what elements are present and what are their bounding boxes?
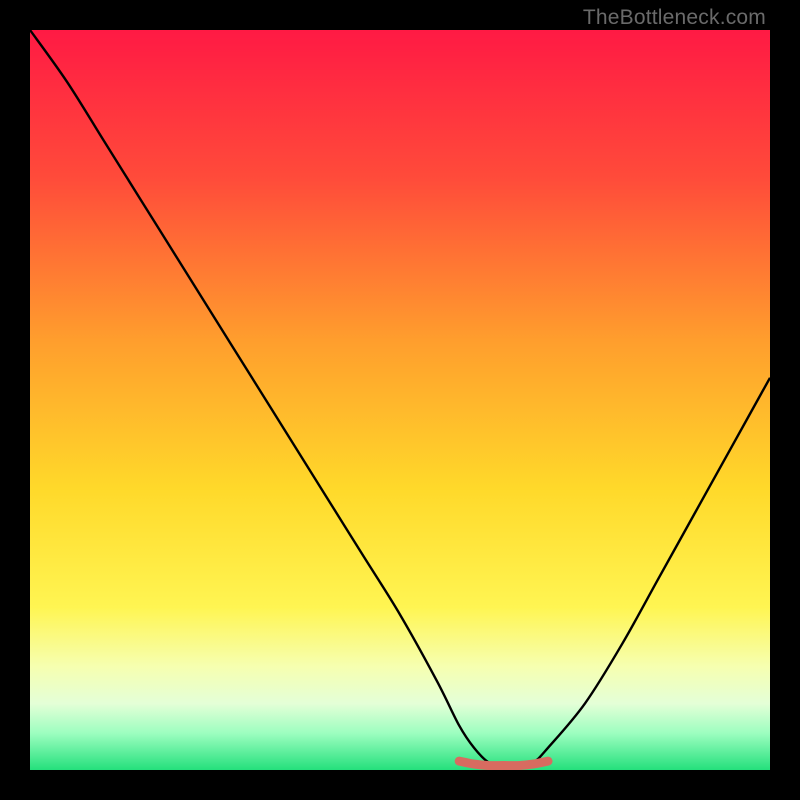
curve-layer [30,30,770,770]
watermark-text: TheBottleneck.com [583,6,766,30]
plot-area [30,30,770,770]
optimal-band [459,761,548,766]
chart-frame: TheBottleneck.com [0,0,800,800]
bottleneck-curve [30,30,770,767]
